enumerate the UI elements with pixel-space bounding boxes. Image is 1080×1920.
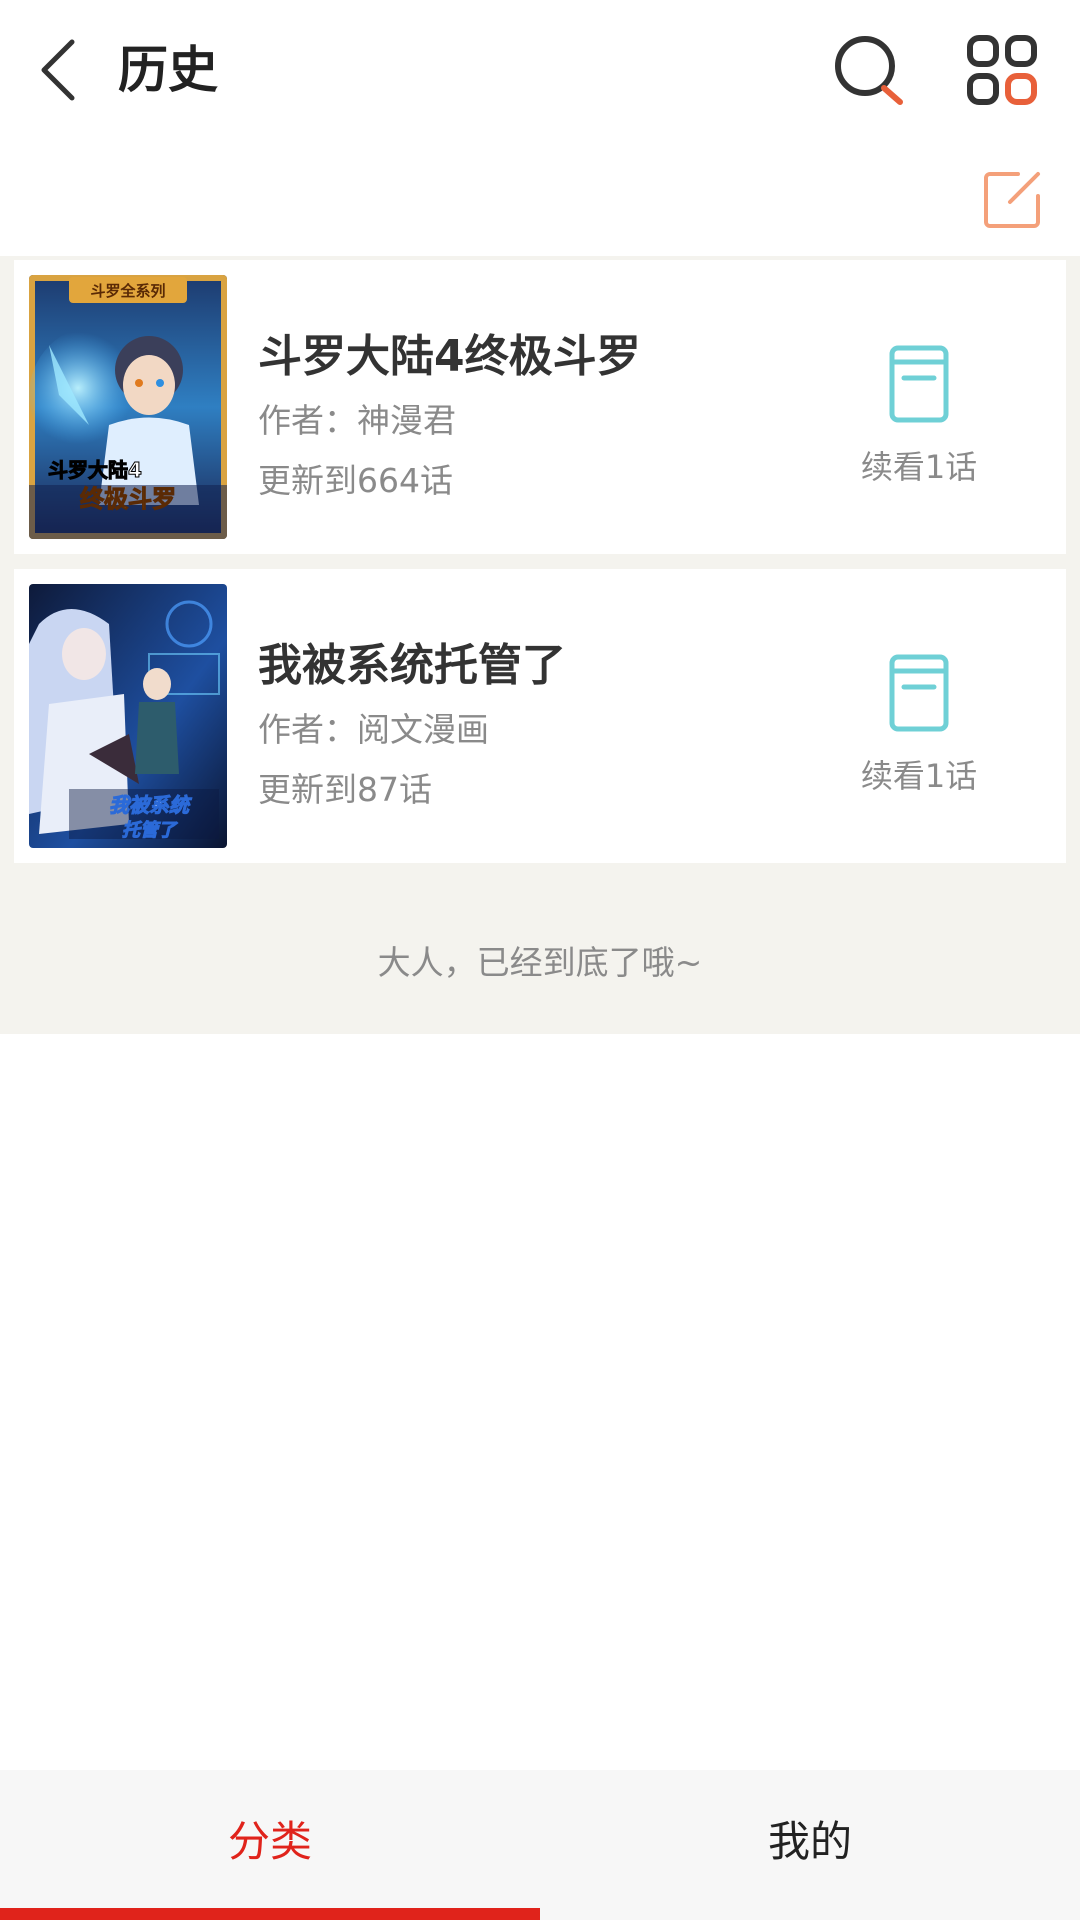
continue-reading-button[interactable]: 续看1话 [834, 344, 1004, 486]
edit-toolbar [0, 140, 1080, 256]
continue-reading-label: 续看1话 [860, 757, 978, 795]
comic-cover[interactable]: 我被系统 托管了 [29, 584, 227, 848]
cover-title-line2: 终极斗罗 [80, 485, 176, 513]
search-icon [835, 36, 903, 105]
grid-menu-button[interactable] [962, 30, 1042, 110]
edit-button[interactable] [978, 164, 1048, 234]
history-item[interactable]: 斗罗全系列 斗罗大陆4 终极斗罗 斗罗大陆4终极斗罗 作者：神漫君 更新到664… [14, 260, 1066, 554]
comic-update-status: 更新到87话 [258, 770, 432, 809]
comic-title[interactable]: 我被系统托管了 [258, 629, 566, 693]
list-end-text: 大人，已经到底了哦~ [377, 943, 703, 982]
cover-badge-text: 斗罗全系列 [90, 282, 165, 300]
tab-mine[interactable]: 我的 [540, 1770, 1080, 1920]
page-title: 历史 [118, 41, 218, 99]
comic-cover[interactable]: 斗罗全系列 斗罗大陆4 终极斗罗 [29, 275, 227, 539]
cover-title-line2: 托管了 [122, 820, 178, 841]
top-app-bar: 历史 [0, 0, 1080, 140]
book-icon [889, 654, 949, 732]
cover-title-line1: 斗罗大陆4 [48, 458, 142, 482]
tab-category[interactable]: 分类 [0, 1770, 540, 1920]
grid-menu-icon [967, 35, 1037, 105]
comic-author: 作者：神漫君 [258, 401, 456, 440]
continue-reading-button[interactable]: 续看1话 [834, 653, 1004, 795]
comic-title[interactable]: 斗罗大陆4终极斗罗 [258, 320, 641, 384]
edit-icon [984, 172, 1040, 228]
history-list: 斗罗全系列 斗罗大陆4 终极斗罗 斗罗大陆4终极斗罗 作者：神漫君 更新到664… [0, 256, 1080, 1034]
bottom-navigation: 分类 我的 [0, 1770, 1080, 1920]
back-button[interactable] [30, 30, 90, 110]
cover-title-line1: 我被系统 [109, 793, 192, 817]
continue-reading-label: 续看1话 [860, 448, 978, 486]
book-icon [889, 345, 949, 423]
comic-update-status: 更新到664话 [258, 461, 453, 500]
comic-author: 作者：阅文漫画 [258, 710, 489, 749]
cover-image: 斗罗全系列 斗罗大陆4 终极斗罗 [29, 275, 227, 539]
chevron-left-icon [41, 39, 75, 101]
active-tab-indicator [0, 1908, 540, 1920]
tab-category-label: 分类 [227, 1817, 312, 1866]
search-button[interactable] [828, 30, 908, 110]
tab-mine-label: 我的 [767, 1817, 852, 1866]
history-item[interactable]: 我被系统 托管了 我被系统托管了 作者：阅文漫画 更新到87话 续看1话 [14, 569, 1066, 863]
cover-image: 我被系统 托管了 [29, 584, 227, 848]
